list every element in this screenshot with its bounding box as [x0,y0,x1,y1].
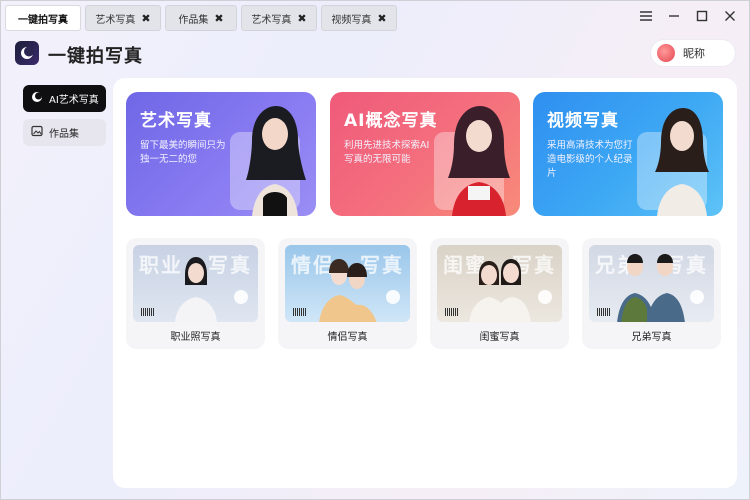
close-window-icon[interactable] [723,9,737,23]
card-description: 利用先进技术探索AI写真的无限可能 [344,140,430,165]
card-title: AI概念写真 [344,111,438,131]
badge-icon [234,290,248,304]
tab-art-portrait[interactable]: 艺术写真 ✖ [85,5,161,31]
close-icon[interactable]: ✖ [297,13,306,24]
window-controls [639,9,737,23]
sidebar-item-gallery[interactable]: 作品集 [23,119,106,146]
app-logo [15,41,39,65]
category-label: 兄弟写真 [631,332,672,343]
sidebar-item-label: AI艺术写真 [49,95,99,106]
person-illustration [175,257,217,322]
close-icon[interactable]: ✖ [141,13,150,24]
close-icon[interactable]: ✖ [214,13,223,24]
tab-portfolio[interactable]: 作品集 ✖ [165,5,237,31]
category-thumbnail: 情侣 写真 [285,245,410,322]
tab-strip: 一键拍写真 艺术写真 ✖ 作品集 ✖ 艺术写真 ✖ 视频写真 ✖ [5,5,397,31]
app-window: 一键拍写真 艺术写真 ✖ 作品集 ✖ 艺术写真 ✖ 视频写真 ✖ 一键拍写真 昵… [0,0,750,500]
card-description: 采用高清技术为您打造电影级的个人纪录片 [547,140,633,179]
category-label: 闺蜜写真 [479,332,520,343]
main-panel: 艺术写真 留下最美的瞬间只为独一无二的您 AI概念写真 利用先进技术探索AI写真… [113,78,737,488]
feature-card-video-portrait[interactable]: 视频写真 采用高清技术为您打造电影级的个人纪录片 [533,92,723,216]
card-title: 视频写真 [547,111,619,131]
category-thumbnail: 兄弟 写真 [589,245,714,322]
category-thumbnail: 闺蜜 写真 [437,245,562,322]
tab-home[interactable]: 一键拍写真 [5,5,81,31]
feature-card-ai-concept[interactable]: AI概念写真 利用先进技术探索AI写真的无限可能 [330,92,520,216]
avatar [657,44,675,62]
close-icon[interactable]: ✖ [377,13,386,24]
category-label: 职业照写真 [170,332,221,343]
badge-icon [386,290,400,304]
brothers-illustration [617,254,685,322]
card-description: 留下最美的瞬间只为独一无二的您 [140,140,226,165]
barcode-icon [597,308,611,316]
category-card-professional[interactable]: 职业 写真 职业照写真 [126,238,265,349]
app-title: 一键拍写真 [48,46,143,67]
portrait-illustration [246,106,306,216]
ai-character-illustration [448,106,510,216]
tab-label: 作品集 [178,14,209,26]
tab-label: 视频写真 [331,14,372,26]
sidebar-item-label: 作品集 [49,129,79,140]
category-card-couple[interactable]: 情侣 写真 情侣写真 [278,238,417,349]
friends-illustration [469,259,531,322]
portrait-illustration [655,108,709,216]
user-name: 昵称 [683,47,705,60]
barcode-icon [293,308,307,316]
badge-icon [690,290,704,304]
badge-icon [538,290,552,304]
card-title: 艺术写真 [140,111,212,131]
gallery-icon [31,125,43,140]
menu-icon[interactable] [639,9,653,23]
maximize-icon[interactable] [695,9,709,23]
tab-label: 艺术写真 [95,14,136,26]
tab-video-portrait[interactable]: 视频写真 ✖ [321,5,397,31]
ai-portrait-icon [31,91,43,106]
barcode-icon [445,308,459,316]
tab-label: 一键拍写真 [18,14,68,26]
couple-illustration [319,259,377,322]
category-thumbnail: 职业 写真 [133,245,258,322]
barcode-icon [141,308,155,316]
sidebar-item-ai-portrait[interactable]: AI艺术写真 [23,85,106,112]
user-profile-button[interactable]: 昵称 [651,40,735,66]
tab-label: 艺术写真 [251,14,292,26]
category-label: 情侣写真 [327,332,368,343]
tab-art-portrait-2[interactable]: 艺术写真 ✖ [241,5,317,31]
category-card-brothers[interactable]: 兄弟 写真 兄弟写真 [582,238,721,349]
feature-card-art-portrait[interactable]: 艺术写真 留下最美的瞬间只为独一无二的您 [126,92,316,216]
minimize-icon[interactable] [667,9,681,23]
category-card-bestie[interactable]: 闺蜜 写真 闺蜜写真 [430,238,569,349]
